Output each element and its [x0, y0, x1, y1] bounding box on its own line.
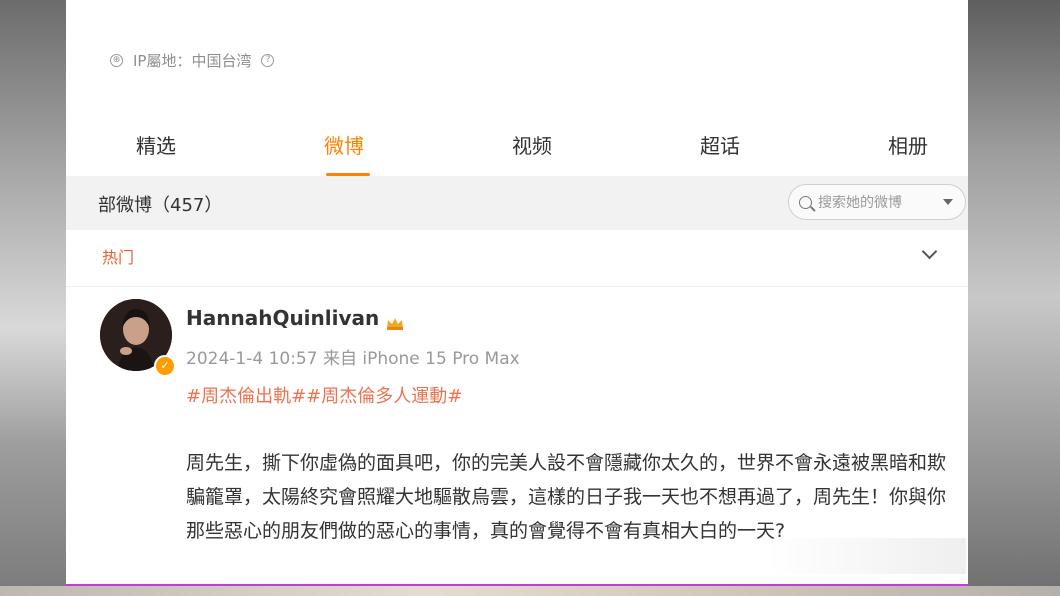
username[interactable]: HannahQuinlivan: [186, 306, 379, 330]
watermark-blur: [766, 538, 966, 574]
search-icon: [799, 195, 812, 209]
filter-bar: 部微博（457） 搜索她的微博: [66, 176, 968, 230]
profile-tabs: 精选 微博 视频 超话 相册: [96, 118, 968, 176]
search-input[interactable]: 搜索她的微博: [788, 184, 966, 220]
post-hashtags[interactable]: #周杰倫出軌##周杰倫多人運動#: [186, 382, 462, 408]
divider: [66, 286, 968, 287]
all-weibo-count[interactable]: 部微博（457）: [98, 191, 222, 217]
post-meta: 2024-1-4 10:57 来自 iPhone 15 Pro Max: [186, 349, 520, 369]
post-body: 周先生，撕下你虛偽的面具吧，你的完美人設不會隱藏你太久的，世界不會永遠被黑暗和欺…: [186, 452, 947, 542]
search-placeholder: 搜索她的微博: [818, 195, 902, 211]
tab-album[interactable]: 相册: [848, 118, 968, 176]
ip-location-row: ⊕ IP屬地：中国台湾 ?: [110, 48, 275, 72]
caret-down-icon[interactable]: [943, 199, 953, 205]
video-frame-bottom: [0, 586, 1060, 596]
hot-filter-label[interactable]: 热门: [102, 244, 134, 268]
crown-icon: [385, 311, 405, 330]
weibo-profile-panel: ⊕ IP屬地：中国台湾 ? 精选 微博 视频 超话 相册 部微博（457） 搜索…: [66, 0, 968, 586]
chevron-down-icon[interactable]: [921, 243, 938, 260]
tab-featured[interactable]: 精选: [96, 118, 216, 176]
help-icon[interactable]: ?: [261, 53, 275, 67]
video-frame-right: [968, 0, 1060, 596]
ip-location-text: IP屬地：中国台湾: [133, 51, 252, 70]
tab-weibo[interactable]: 微博: [284, 118, 404, 176]
video-frame-left: [0, 0, 66, 596]
location-icon: ⊕: [110, 53, 123, 67]
verified-badge-icon: ✓: [154, 355, 176, 377]
tab-video[interactable]: 视频: [472, 118, 592, 176]
post-author: HannahQuinlivan: [186, 306, 405, 330]
tab-supertopic[interactable]: 超话: [660, 118, 780, 176]
